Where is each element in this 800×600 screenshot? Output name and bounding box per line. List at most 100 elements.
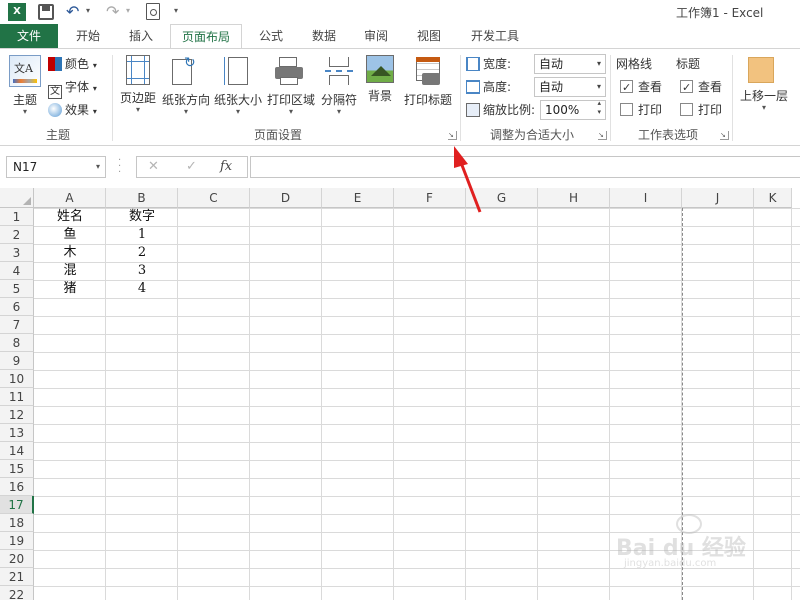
cell-b2[interactable]: 1 [106,226,178,244]
formula-input[interactable] [250,156,800,178]
orientation-button[interactable]: ↻ 纸张方向 ▾ [160,53,212,119]
confirm-entry-icon[interactable]: ✓ [186,159,197,174]
background-button[interactable]: 背景 [362,53,398,119]
row-header-21[interactable]: 21 [0,568,34,586]
save-icon[interactable] [38,4,54,20]
width-dropdown[interactable]: 自动 ▾ [534,54,606,74]
tab-developer[interactable]: 开发工具 [462,24,528,48]
undo-dropdown-icon[interactable]: ▾ [86,6,90,15]
select-all-corner[interactable] [0,188,34,208]
row-header-11[interactable]: 11 [0,388,34,406]
print-area-button[interactable]: 打印区域 ▾ [264,53,318,119]
row-header-4[interactable]: 4 [0,262,34,280]
redo-dropdown-icon[interactable]: ▾ [126,6,130,15]
margins-button[interactable]: 页边距 ▾ [116,53,160,119]
tab-formulas[interactable]: 公式 [248,24,294,48]
row-header-19[interactable]: 19 [0,532,34,550]
colors-button[interactable]: 颜色 ▾ [48,54,97,74]
column-header-a[interactable]: A [34,188,106,208]
cell-b5[interactable]: 4 [106,280,178,298]
headings-view-check-icon[interactable] [680,78,693,98]
cell-a2[interactable]: 鱼 [34,226,106,244]
insert-function-icon[interactable]: fx [220,159,232,174]
row-header-12[interactable]: 12 [0,406,34,424]
column-header-k[interactable]: K [754,188,792,208]
size-button[interactable]: 纸张大小 ▾ [212,53,264,119]
tab-page-layout[interactable]: 页面布局 [170,24,242,49]
spinner-arrows-icon[interactable]: ▴ ▾ [597,99,601,117]
cancel-entry-icon[interactable]: ✕ [148,159,159,174]
headings-print-check-icon[interactable] [680,103,693,116]
row-header-13[interactable]: 13 [0,424,34,442]
column-header-f[interactable]: F [394,188,466,208]
row-header-18[interactable]: 18 [0,514,34,532]
row-header-22[interactable]: 22 [0,586,34,600]
bring-forward-button[interactable]: 上移一层 ▾ [736,53,800,119]
row-header-10[interactable]: 10 [0,370,34,388]
height-dropdown[interactable]: 自动 ▾ [534,77,606,97]
redo-icon[interactable]: ↷ [106,2,119,21]
breaks-icon [323,55,355,87]
cell-b3[interactable]: 2 [106,244,178,262]
print-area-icon [275,55,307,87]
headings-print-checkbox[interactable]: 打印 [680,100,722,120]
gridlines-view-checkbox[interactable]: 查看 [620,77,662,98]
column-header-g[interactable]: G [466,188,538,208]
gridlines-print-check-icon[interactable] [620,103,633,116]
column-header-c[interactable]: C [178,188,250,208]
row-header-8[interactable]: 8 [0,334,34,352]
group-separator [460,55,461,141]
headings-view-checkbox[interactable]: 查看 [680,77,722,98]
print-titles-button[interactable]: 打印标题 [400,53,456,119]
sheet-options-dialog-launcher-icon[interactable]: ↘ [720,131,729,140]
cell-b1[interactable]: 数字 [106,208,178,226]
tab-data[interactable]: 数据 [300,24,348,48]
row-header-1[interactable]: 1 [0,208,34,226]
cell-a3[interactable]: 木 [34,244,106,262]
customize-toolbar-icon[interactable]: ▾ [174,6,178,15]
column-header-d[interactable]: D [250,188,322,208]
fonts-button[interactable]: 文字体 ▾ [48,77,97,99]
breaks-button[interactable]: 分隔符 ▾ [318,53,360,119]
tab-insert[interactable]: 插入 [116,24,166,48]
row-header-9[interactable]: 9 [0,352,34,370]
gridlines-view-check-icon[interactable] [620,78,633,98]
tab-file[interactable]: 文件 [0,24,58,48]
scale-spinner[interactable]: 100% ▴ ▾ [540,99,606,120]
cell-b4[interactable]: 3 [106,262,178,280]
column-header-h[interactable]: H [538,188,610,208]
cell-a1[interactable]: 姓名 [34,208,106,226]
effects-button[interactable]: 效果 ▾ [48,100,97,120]
row-header-16[interactable]: 16 [0,478,34,496]
row-header-20[interactable]: 20 [0,550,34,568]
row-header-3[interactable]: 3 [0,244,34,262]
row-header-2[interactable]: 2 [0,226,34,244]
worksheet-grid[interactable]: ABCDEFGHIJK 1 2 3 4 5 6 7 8 9 10 11 12 13 14 15 16 17 18 1… [0,188,800,600]
scale-dialog-launcher-icon[interactable]: ↘ [598,131,607,140]
print-preview-icon[interactable] [146,3,160,20]
margins-icon [126,55,150,85]
row-header-17[interactable]: 17 [0,496,34,514]
headings-header: 标题 [676,57,701,71]
themes-button[interactable]: 文A 主题 ▾ [6,53,44,119]
column-header-j[interactable]: J [682,188,754,208]
tab-home[interactable]: 开始 [62,24,114,48]
page-setup-dialog-launcher-icon[interactable]: ↘ [448,131,457,140]
column-header-b[interactable]: B [106,188,178,208]
cell-a4[interactable]: 混 [34,262,106,280]
row-header-15[interactable]: 15 [0,460,34,478]
tab-view[interactable]: 视图 [404,24,454,48]
row-header-6[interactable]: 6 [0,298,34,316]
width-icon [466,57,480,71]
cell-a5[interactable]: 猪 [34,280,106,298]
row-header-14[interactable]: 14 [0,442,34,460]
row-header-5[interactable]: 5 [0,280,34,298]
gridlines-print-checkbox[interactable]: 打印 [620,100,662,120]
row-header-7[interactable]: 7 [0,316,34,334]
name-box[interactable]: N17 ▾ [6,156,106,178]
tab-review[interactable]: 审阅 [352,24,400,48]
column-header-e[interactable]: E [322,188,394,208]
print-titles-icon [412,55,444,87]
column-header-i[interactable]: I [610,188,682,208]
undo-icon[interactable]: ↶ [66,2,79,21]
